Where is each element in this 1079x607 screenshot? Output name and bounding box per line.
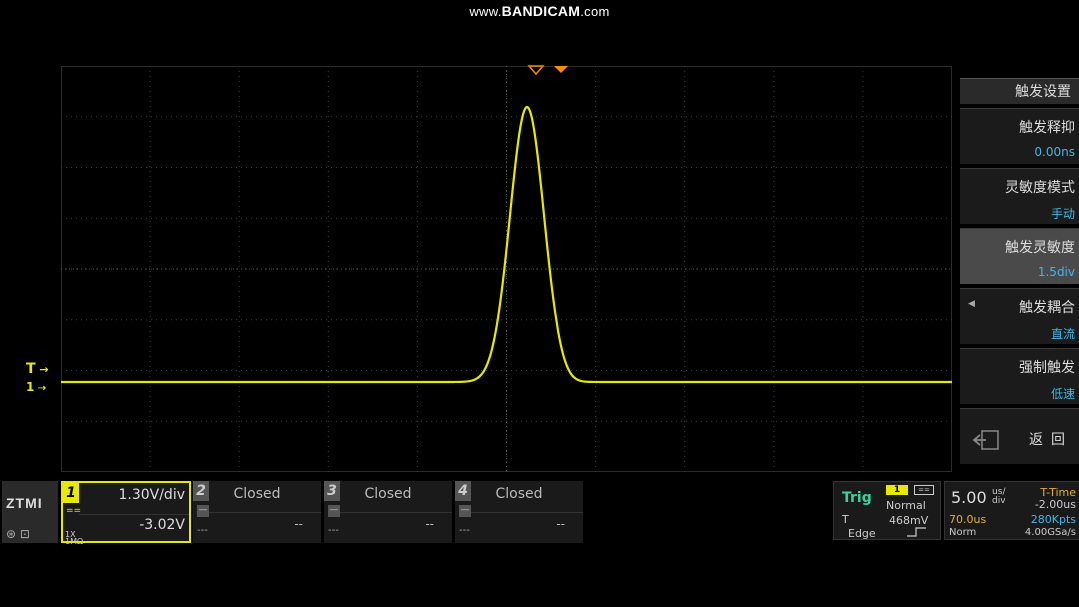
channel1-ground-marker[interactable]: 1 ⇢ <box>26 380 46 394</box>
menu-item-label: 灵敏度模式 <box>1005 180 1075 196</box>
menu-item-value: 低速 <box>1050 387 1075 401</box>
menu-item-force-trigger[interactable]: 强制触发 低速 <box>960 348 1079 404</box>
divider <box>471 512 583 513</box>
divider <box>340 512 452 513</box>
menu-item-value: 手动 <box>1050 207 1075 221</box>
timebase-value: 5.00 <box>951 488 987 507</box>
trigger-level-marker[interactable]: T → <box>26 361 49 377</box>
trigger-time-value: -2.00us <box>1034 498 1076 511</box>
memory-depth: 280Kpts <box>1030 513 1076 526</box>
trigger-settings-menu: 触发设置 触发释抑 0.00ns 灵敏度模式 手动 触发灵敏度 1.5div ◀… <box>960 78 1079 478</box>
menu-item-label: 触发灵敏度 <box>1005 240 1075 256</box>
menu-item-value: 0.00ns <box>1034 145 1075 159</box>
trigger-symbol: T <box>842 513 849 526</box>
back-label: 返回 <box>1029 432 1073 448</box>
menu-title: 触发设置 <box>960 78 1079 104</box>
sample-rate: 4.00GSa/s <box>1024 527 1076 538</box>
trigger-title: Trig <box>842 490 872 506</box>
utility-icons[interactable]: ⊛ ⊡ <box>6 527 30 541</box>
channel1-scale: 1.30V/div <box>118 487 185 503</box>
channel3-state: Closed <box>364 486 412 502</box>
channel2-state: Closed <box>233 486 281 502</box>
trigger-position-icon <box>527 65 545 76</box>
horizontal-delay: 70.0us <box>949 513 987 526</box>
channel2-panel[interactable]: 2 Closed — -- --- <box>193 481 321 543</box>
menu-item-value: 直流 <box>1050 327 1075 341</box>
brand-logo: ZTMI <box>6 495 43 511</box>
menu-item-label: 强制触发 <box>1019 360 1075 376</box>
channel3-sub: --- <box>328 525 339 536</box>
channel1-trace <box>61 105 952 384</box>
channel3-coupling-icon: — <box>328 505 340 517</box>
channel4-value: -- <box>556 517 565 531</box>
channel3-value: -- <box>425 517 434 531</box>
menu-item-label: 触发释抑 <box>1019 120 1075 136</box>
timebase-unit: us/div <box>992 487 1006 506</box>
trigger-coupling-icon: == <box>914 485 934 495</box>
channel1-impedance: 1X 1MΩ <box>65 530 84 546</box>
trigger-type: Edge <box>848 527 876 540</box>
channel3-panel[interactable]: 3 Closed — -- --- <box>324 481 452 543</box>
channel2-value: -- <box>294 517 303 531</box>
menu-item-value: 1.5div <box>1037 265 1075 279</box>
back-icon <box>972 430 999 450</box>
rising-edge-icon <box>907 527 926 537</box>
menu-item-trigger-sensitivity[interactable]: 触发灵敏度 1.5div <box>960 228 1079 284</box>
channel4-coupling-icon: — <box>459 505 471 517</box>
trigger-mode: Normal <box>886 499 926 512</box>
channel1-number: 1 <box>63 483 79 503</box>
grid <box>61 66 952 472</box>
waveform-svg <box>61 66 952 472</box>
submenu-arrow-icon: ◀ <box>968 299 975 309</box>
watermark: www.BANDICAM.com <box>469 3 610 19</box>
menu-item-holdoff[interactable]: 触发释抑 0.00ns <box>960 108 1079 164</box>
trigger-source-badge: 1 <box>886 485 908 495</box>
brand-logo-panel[interactable]: ZTMI ⊛ ⊡ <box>2 481 58 543</box>
trigger-panel[interactable]: Trig 1 == Normal T 468mV Edge <box>833 481 941 540</box>
menu-item-label: 触发耦合 <box>1019 300 1075 316</box>
waveform-display[interactable] <box>61 66 952 472</box>
menu-item-back[interactable]: 返回 <box>960 408 1079 464</box>
channel4-panel[interactable]: 4 Closed — -- --- <box>455 481 583 543</box>
divider <box>79 514 189 515</box>
trigger-position-markers[interactable] <box>526 63 572 77</box>
channel2-coupling-icon: — <box>197 505 209 517</box>
channel1-offset: -3.02V <box>139 517 185 533</box>
timebase-panel[interactable]: 5.00 us/div T-Time -2.00us 70.0us 280Kpt… <box>944 481 1079 540</box>
acquisition-mode: Norm <box>949 527 977 538</box>
status-bar: ZTMI ⊛ ⊡ 1 1.30V/div == -3.02V 1X 1MΩ 2 C… <box>0 478 1079 548</box>
channel1-panel[interactable]: 1 1.30V/div == -3.02V 1X 1MΩ <box>61 481 191 546</box>
menu-item-trigger-coupling[interactable]: ◀ 触发耦合 直流 <box>960 288 1079 344</box>
channel4-sub: --- <box>459 525 470 536</box>
trigger-point-icon <box>554 66 568 73</box>
channel4-state: Closed <box>495 486 543 502</box>
channel2-sub: --- <box>197 525 208 536</box>
menu-item-sensitivity-mode[interactable]: 灵敏度模式 手动 <box>960 168 1079 224</box>
dc-coupling-icon: == <box>66 506 82 516</box>
divider <box>209 512 321 513</box>
